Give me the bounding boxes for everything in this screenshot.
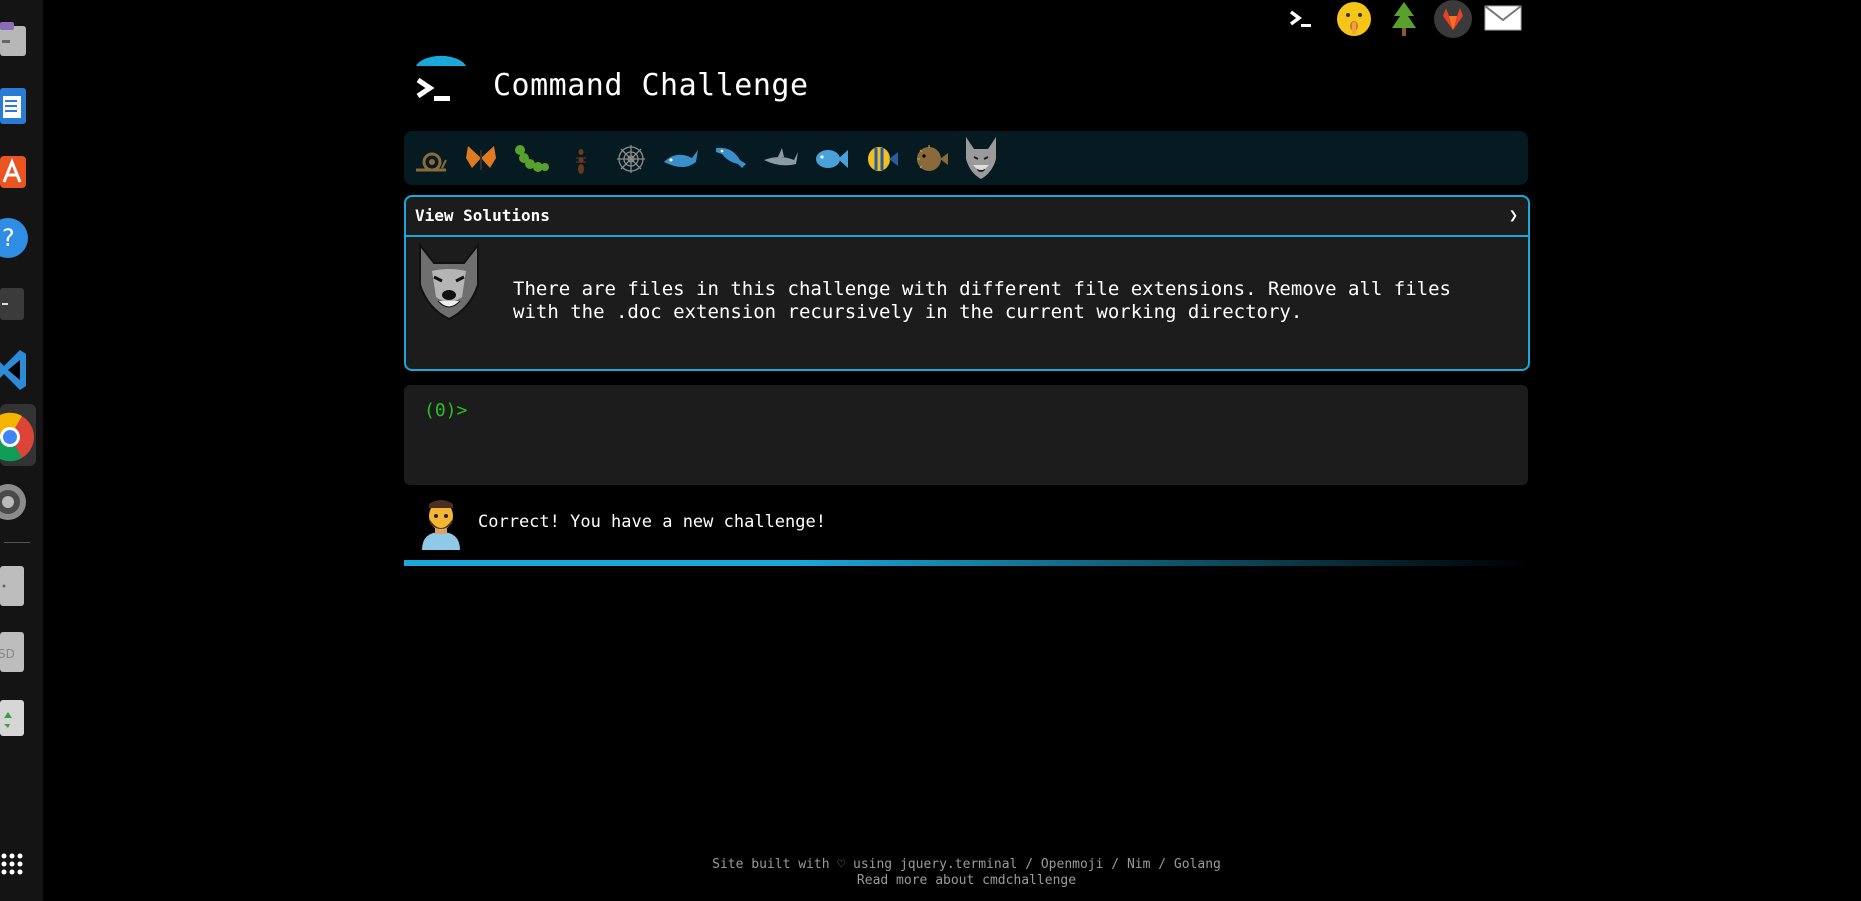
terminal[interactable]: (0)>	[404, 385, 1528, 485]
progress-bar	[404, 560, 1528, 566]
spider-web-icon[interactable]	[612, 140, 650, 178]
shushing-face-icon[interactable]	[1334, 0, 1374, 38]
tree-icon[interactable]	[1384, 0, 1424, 38]
snail-icon[interactable]	[412, 140, 450, 178]
footer-credits: Site built with ♡ using jquery.terminal …	[712, 857, 1221, 872]
terminal-icon[interactable]	[1285, 0, 1325, 38]
dock: ? SD	[0, 0, 43, 901]
footer-read-more-link[interactable]: Read more about cmdchallenge	[0, 873, 1861, 889]
whale-icon[interactable]	[662, 140, 700, 178]
wolf-icon	[414, 241, 484, 321]
terminal-app-icon[interactable]	[0, 284, 28, 324]
level-bar	[404, 131, 1528, 185]
view-solutions-label: View Solutions	[415, 206, 550, 225]
pufferfish-icon[interactable]	[912, 140, 950, 178]
progress-fill	[404, 560, 1528, 566]
dock-separator	[4, 542, 30, 543]
chrome-icon[interactable]	[0, 404, 36, 466]
app-center-icon[interactable]	[0, 150, 28, 190]
writer-icon[interactable]	[0, 86, 28, 126]
feedback-message: Correct! You have a new challenge!	[478, 512, 826, 532]
fish-icon[interactable]	[812, 140, 850, 178]
drive-icon[interactable]	[0, 566, 28, 606]
butterfly-icon[interactable]	[462, 140, 500, 178]
shark-icon[interactable]	[762, 140, 800, 178]
files-icon[interactable]	[0, 20, 28, 60]
svg-text:?: ?	[2, 224, 15, 252]
logo-icon[interactable]	[414, 52, 470, 108]
caterpillar-icon[interactable]	[512, 140, 550, 178]
person-avatar-icon	[418, 496, 464, 550]
svg-text:SD: SD	[0, 647, 15, 661]
challenge-card: View Solutions ❯ There are files in this…	[404, 195, 1530, 371]
footer: Site built with ♡ using jquery.terminal …	[0, 857, 1861, 889]
challenge-description: There are files in this challenge with d…	[513, 278, 1451, 323]
view-solutions-toggle[interactable]: View Solutions ❯	[406, 197, 1528, 237]
help-icon[interactable]: ?	[0, 218, 28, 258]
ant-icon[interactable]	[562, 140, 600, 178]
chevron-right-icon: ❯	[1508, 206, 1518, 224]
wolf-icon[interactable]	[962, 135, 1000, 181]
vscode-icon[interactable]	[0, 350, 28, 390]
gitlab-icon[interactable]	[1433, 0, 1473, 38]
ssd-icon[interactable]: SD	[0, 632, 28, 672]
terminal-prompt[interactable]: (0)>	[424, 400, 467, 421]
dolphin-icon[interactable]	[712, 140, 750, 178]
settings-icon[interactable]	[0, 482, 28, 522]
tropical-fish-icon[interactable]	[862, 140, 900, 178]
page-title: Command Challenge	[493, 68, 809, 103]
trash-icon[interactable]	[0, 698, 28, 738]
mail-icon[interactable]	[1483, 0, 1523, 38]
